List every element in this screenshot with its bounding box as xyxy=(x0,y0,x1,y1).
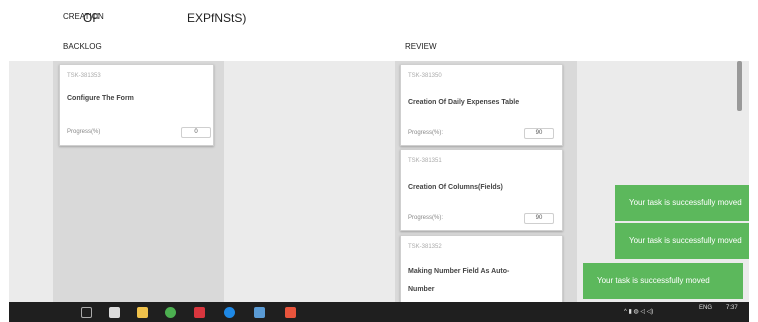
edge-icon[interactable] xyxy=(224,307,235,318)
task-card[interactable]: TSK-381352 Making Number Field As Auto- … xyxy=(400,235,563,302)
success-toast[interactable]: Your task is successfully moved xyxy=(615,185,749,221)
task-title: Configure The Form xyxy=(67,95,134,102)
success-toast[interactable]: Your task is successfully moved xyxy=(615,223,749,259)
task-card[interactable]: TSK-381353 Configure The Form Progress(%… xyxy=(59,64,214,146)
progress-input[interactable]: 0 xyxy=(181,127,211,138)
task-view-icon[interactable] xyxy=(81,307,92,318)
task-card[interactable]: TSK-381350 Creation Of Daily Expenses Ta… xyxy=(400,64,563,146)
wps-icon[interactable] xyxy=(194,307,205,318)
success-toast[interactable]: Your task is successfully moved xyxy=(583,263,743,299)
task-id: TSK-381351 xyxy=(408,158,442,164)
tray-icons[interactable]: ^ ▮ ◍ ◁ ◁) xyxy=(624,308,653,315)
progress-label: Progress(%): xyxy=(408,130,444,136)
folder-icon[interactable] xyxy=(137,307,148,318)
task-title: Creation Of Daily Expenses Table xyxy=(408,99,520,106)
chrome-icon[interactable] xyxy=(165,307,176,318)
task-id: TSK-381352 xyxy=(408,244,442,250)
task-id: TSK-381353 xyxy=(67,73,101,79)
progress-label: Progress(%): xyxy=(408,215,444,221)
windows-taskbar: ^ ▮ ◍ ◁ ◁) ENG 7:37 xyxy=(9,302,749,322)
kanban-board: TSK-381353 Configure The Form Progress(%… xyxy=(9,61,749,302)
task-title-line-2: Number xyxy=(408,286,435,293)
progress-input[interactable]: 90 xyxy=(524,128,554,139)
store-icon[interactable] xyxy=(254,307,265,318)
page-title-word-expenses: EXPfNStS) xyxy=(187,11,247,25)
task-title: Creation Of Columns(Fields) xyxy=(408,184,503,191)
column-header-backlog: BACKLOG xyxy=(63,42,102,51)
input-language[interactable]: ENG xyxy=(699,305,712,311)
media-icon[interactable] xyxy=(285,307,296,318)
progress-input[interactable]: 90 xyxy=(524,213,554,224)
progress-label: Progress(%) xyxy=(67,129,101,135)
column-header-review: REVIEW xyxy=(405,42,437,51)
task-id: TSK-381350 xyxy=(408,73,442,79)
page-title-word-of: OF xyxy=(83,11,100,25)
clock[interactable]: 7:37 xyxy=(726,305,738,311)
file-explorer-icon[interactable] xyxy=(109,307,120,318)
vertical-scrollbar[interactable] xyxy=(737,61,742,111)
task-title-line-1: Making Number Field As Auto- xyxy=(408,268,510,275)
task-card[interactable]: TSK-381351 Creation Of Columns(Fields) P… xyxy=(400,149,563,231)
